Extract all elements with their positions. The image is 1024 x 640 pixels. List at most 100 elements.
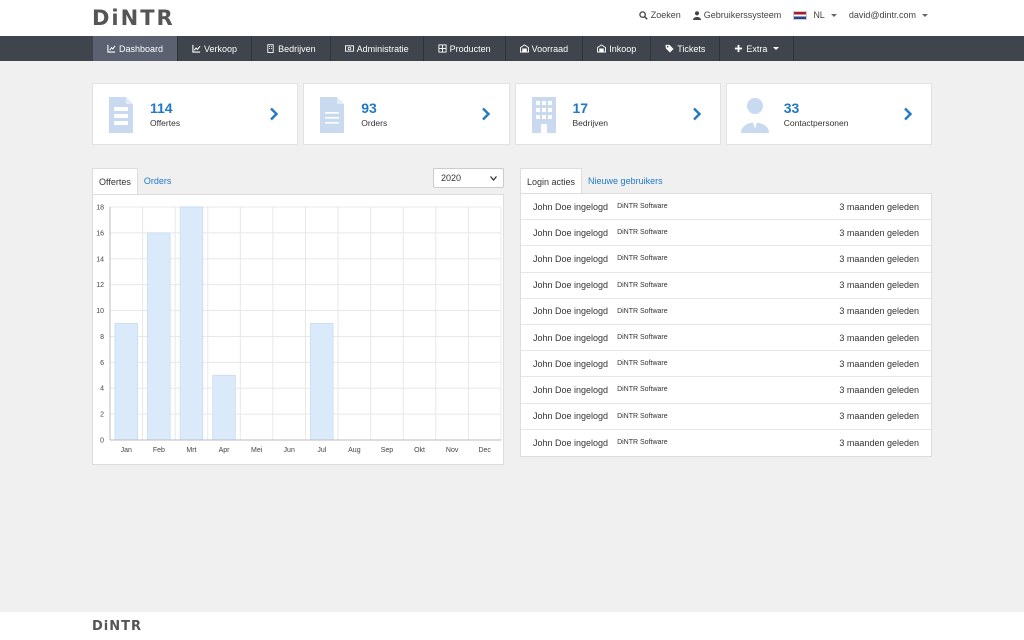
stat-card-orders[interactable]: 93 Orders bbox=[303, 83, 510, 145]
year-value: 2020 bbox=[441, 173, 462, 183]
nav-label: Extra bbox=[746, 43, 768, 54]
activity-company: DiNTR Software bbox=[617, 229, 668, 237]
nav-item-producten[interactable]: Producten bbox=[424, 36, 506, 61]
money-icon bbox=[344, 45, 354, 52]
activity-user: John Doe ingelogd bbox=[533, 253, 609, 264]
nav-item-extra[interactable]: Extra bbox=[720, 36, 795, 61]
y-tick-label: 2 bbox=[100, 412, 104, 419]
y-tick-label: 0 bbox=[100, 438, 104, 445]
list-item[interactable]: John Doe ingelogd DiNTR Software 3 maanden… bbox=[521, 246, 931, 273]
nav-item-bedrijven[interactable]: Bedrijven bbox=[252, 36, 331, 61]
nav-item-administratie[interactable]: Administratie bbox=[331, 36, 424, 61]
stat-value: 93 bbox=[361, 100, 377, 116]
activity-time: 3 maanden geleden bbox=[839, 411, 919, 422]
warehouse-icon bbox=[519, 44, 529, 53]
activity-time: 3 maanden geleden bbox=[839, 384, 919, 395]
main-navbar: Dashboard Verkoop Bedrijven Administrati… bbox=[0, 36, 1024, 61]
x-tick-label: Dec bbox=[478, 447, 491, 454]
activity-company: DiNTR Software bbox=[617, 439, 668, 447]
stat-card-contactpersonen[interactable]: 33 Contactpersonen bbox=[725, 83, 932, 145]
activity-time: 3 maanden geleden bbox=[839, 201, 919, 212]
x-tick-label: Feb bbox=[153, 447, 165, 454]
tab-nieuwe-gebruikers[interactable]: Nieuwe gebruikers bbox=[582, 168, 669, 194]
x-tick-label: Jul bbox=[317, 447, 326, 454]
year-select[interactable]: 2020 bbox=[433, 168, 504, 188]
file-icon bbox=[320, 97, 345, 133]
nav-item-tickets[interactable]: Tickets bbox=[651, 36, 721, 61]
activity-company: DiNTR Software bbox=[617, 360, 668, 368]
list-item[interactable]: John Doe ingelogd DiNTR Software 3 maanden… bbox=[521, 194, 931, 221]
nav-item-dashboard[interactable]: Dashboard bbox=[93, 36, 179, 61]
activity-tabs: Login acties Nieuwe gebruikers bbox=[520, 168, 669, 194]
nav-label: Voorraad bbox=[531, 43, 569, 54]
nav-item-verkoop[interactable]: Verkoop bbox=[178, 36, 253, 61]
activity-company: DiNTR Software bbox=[617, 281, 668, 289]
document-icon bbox=[109, 97, 133, 133]
y-tick-label: 6 bbox=[100, 360, 104, 367]
building-icon bbox=[267, 44, 274, 53]
chart-icon bbox=[107, 44, 116, 53]
tab-orders[interactable]: Orders bbox=[138, 168, 178, 194]
activity-time: 3 maanden geleden bbox=[839, 306, 919, 317]
list-item[interactable]: John Doe ingelogd DiNTR Software 3 maanden… bbox=[521, 325, 931, 352]
nav-label: Producten bbox=[449, 43, 491, 54]
stat-label: Contactpersonen bbox=[783, 118, 849, 128]
list-item[interactable]: John Doe ingelogd DiNTR Software 3 maanden… bbox=[521, 273, 931, 299]
system-link[interactable]: Gebruikerssysteem bbox=[692, 10, 781, 20]
caret-down-icon bbox=[830, 13, 837, 17]
bar bbox=[114, 323, 138, 441]
activity-company: DiNTR Software bbox=[617, 334, 668, 342]
chevron-down-icon bbox=[490, 176, 497, 181]
y-tick-label: 8 bbox=[100, 334, 104, 341]
plus-icon bbox=[735, 44, 743, 53]
nav-item-voorraad[interactable]: Voorraad bbox=[506, 36, 584, 61]
search-link[interactable]: Zoeken bbox=[639, 10, 681, 20]
tag-icon bbox=[665, 44, 674, 53]
stat-card-offertes[interactable]: 114 Offertes bbox=[92, 83, 299, 145]
nav-items: Dashboard Verkoop Bedrijven Administrati… bbox=[93, 36, 795, 61]
list-item[interactable]: John Doe ingelogd DiNTR Software 3 maanden… bbox=[521, 220, 931, 247]
y-tick-label: 14 bbox=[96, 256, 104, 263]
activity-company: DiNTR Software bbox=[617, 412, 668, 420]
stat-value: 17 bbox=[572, 100, 589, 116]
bar bbox=[179, 206, 204, 441]
tab-login-acties[interactable]: Login acties bbox=[520, 168, 583, 194]
stat-card-bedrijven[interactable]: 17 Bedrijven bbox=[514, 83, 721, 145]
search-label: Zoeken bbox=[650, 10, 681, 20]
list-item[interactable]: John Doe ingelogd DiNTR Software 3 maanden… bbox=[521, 299, 931, 325]
list-item[interactable]: John Doe ingelogd DiNTR Software 3 maanden… bbox=[521, 430, 931, 456]
footer: DiNTR bbox=[0, 612, 1024, 640]
list-item[interactable]: John Doe ingelogd DiNTR Software 3 maanden… bbox=[521, 377, 931, 404]
tab-offertes[interactable]: Offertes bbox=[92, 168, 138, 194]
bar bbox=[212, 374, 236, 441]
language-dropdown[interactable]: NL bbox=[793, 10, 837, 20]
user-icon bbox=[692, 10, 701, 20]
y-tick-label: 16 bbox=[96, 230, 104, 237]
x-tick-label: Jun bbox=[284, 447, 295, 454]
chevron-right-icon bbox=[481, 107, 490, 121]
activity-time: 3 maanden geleden bbox=[839, 253, 919, 264]
x-tick-label: Okt bbox=[414, 447, 425, 454]
stat-label: Bedrijven bbox=[572, 118, 608, 128]
y-tick-label: 18 bbox=[96, 205, 104, 212]
stat-cards: 114 Offertes 93 Orders 17 Bedrijven 33 C… bbox=[92, 83, 932, 145]
activity-time: 3 maanden geleden bbox=[839, 227, 919, 238]
activity-user: John Doe ingelogd bbox=[533, 384, 609, 395]
list-item[interactable]: John Doe ingelogd DiNTR Software 3 maanden… bbox=[521, 404, 931, 430]
search-icon bbox=[639, 10, 648, 20]
activity-user: John Doe ingelogd bbox=[533, 227, 609, 238]
y-tick-label: 4 bbox=[100, 386, 104, 393]
nav-label: Inkoop bbox=[609, 43, 637, 54]
app-logo[interactable]: DiNTR bbox=[92, 6, 175, 30]
grid-icon bbox=[438, 44, 447, 53]
chevron-right-icon bbox=[904, 107, 913, 121]
y-tick-label: 10 bbox=[96, 308, 104, 315]
chevron-right-icon bbox=[270, 107, 279, 121]
activity-user: John Doe ingelogd bbox=[533, 358, 609, 369]
bar bbox=[310, 323, 334, 441]
stat-value: 114 bbox=[150, 100, 173, 116]
list-item[interactable]: John Doe ingelogd DiNTR Software 3 maanden… bbox=[521, 351, 931, 378]
chart-container: 0 2 4 6 8 10 12 14 16 18 Jan Feb Mrt Apr Mei Jun Jul Aug S… bbox=[92, 194, 504, 465]
user-menu-dropdown[interactable]: david@dintr.com bbox=[849, 10, 928, 20]
nav-item-inkoop[interactable]: Inkoop bbox=[583, 36, 652, 61]
